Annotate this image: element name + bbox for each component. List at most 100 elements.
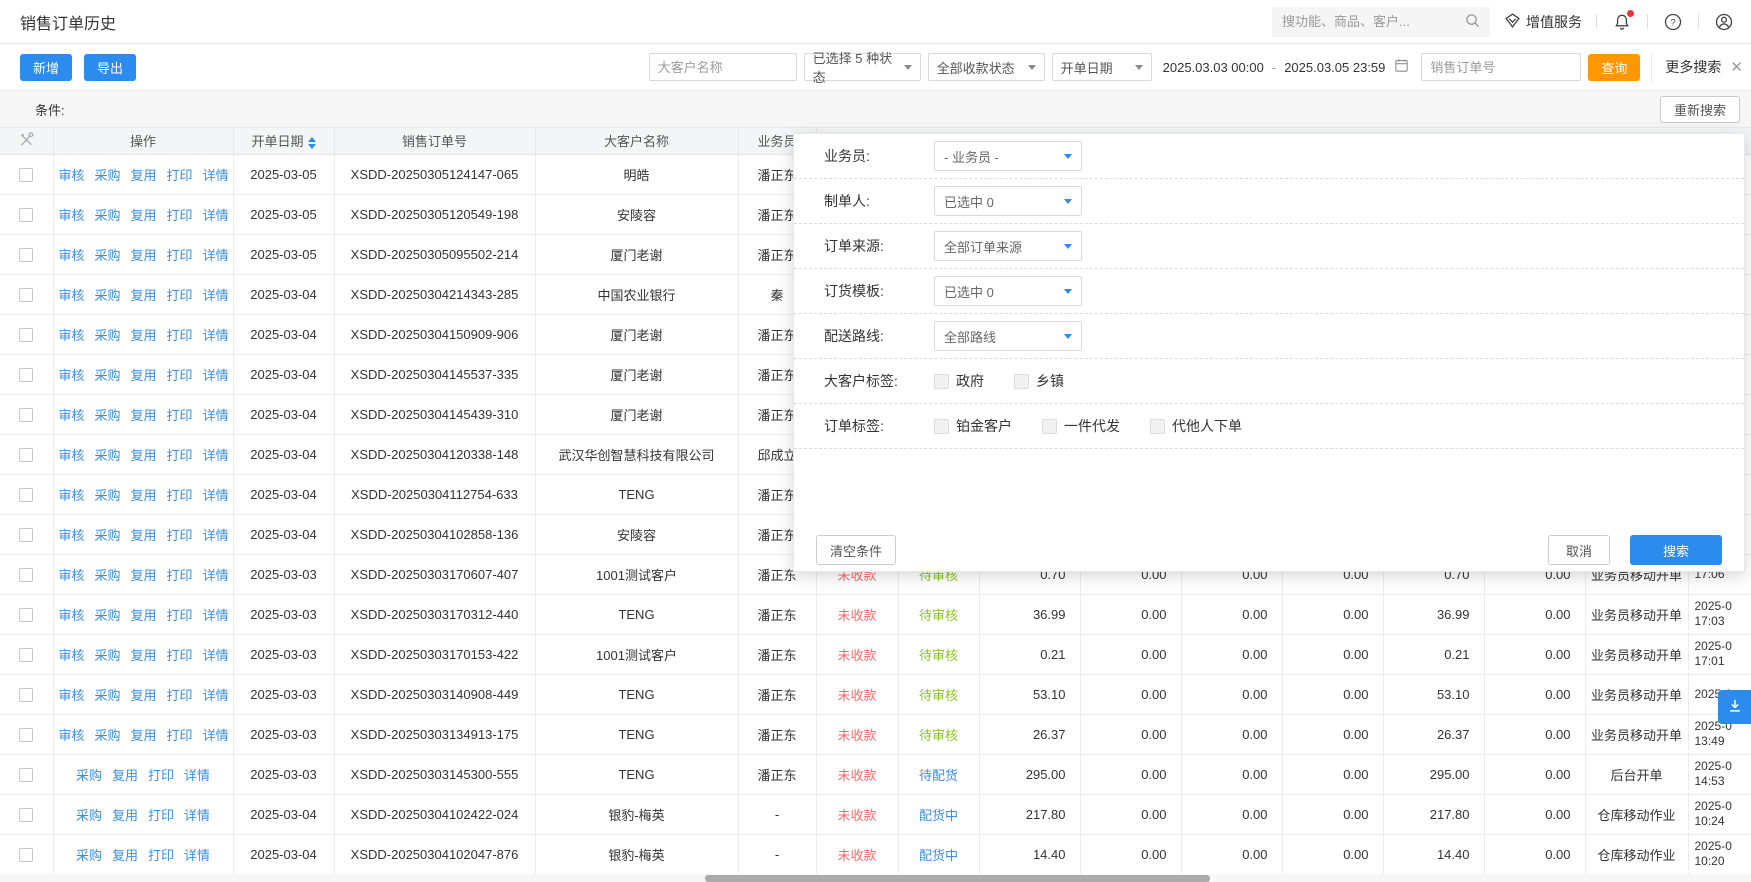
op-link[interactable]: 复用	[131, 608, 157, 623]
op-link[interactable]: 审核	[59, 288, 85, 303]
op-link[interactable]: 复用	[131, 728, 157, 743]
op-link[interactable]: 详情	[203, 568, 229, 583]
op-link[interactable]: 打印	[167, 288, 193, 303]
op-link[interactable]: 详情	[203, 248, 229, 263]
query-button[interactable]: 查询	[1588, 54, 1640, 81]
op-link[interactable]: 采购	[95, 288, 121, 303]
op-link[interactable]: 采购	[76, 848, 102, 863]
op-link[interactable]: 打印	[167, 328, 193, 343]
op-link[interactable]: 详情	[184, 848, 210, 863]
research-button[interactable]: 重新搜索	[1660, 96, 1740, 123]
op-link[interactable]: 审核	[59, 608, 85, 623]
op-link[interactable]: 复用	[131, 248, 157, 263]
op-link[interactable]: 打印	[167, 408, 193, 423]
panel-filter-select[interactable]: 全部路线	[934, 321, 1082, 351]
sort-icon[interactable]	[308, 137, 316, 149]
op-link[interactable]: 详情	[203, 528, 229, 543]
row-checkbox[interactable]	[19, 808, 33, 822]
op-link[interactable]: 采购	[95, 208, 121, 223]
checkbox[interactable]	[1042, 419, 1057, 434]
panel-filter-select[interactable]: 已选中 0	[934, 186, 1082, 216]
op-link[interactable]: 打印	[167, 608, 193, 623]
op-link[interactable]: 审核	[59, 488, 85, 503]
op-link[interactable]: 采购	[95, 488, 121, 503]
op-link[interactable]: 审核	[59, 328, 85, 343]
global-search[interactable]	[1272, 7, 1490, 37]
tag-checkbox-option[interactable]: 代他人下单	[1150, 416, 1242, 436]
op-link[interactable]: 复用	[131, 328, 157, 343]
date-range-picker[interactable]: 2025.03.03 00:00 - 2025.03.05 23:59	[1159, 57, 1415, 77]
op-link[interactable]: 详情	[203, 608, 229, 623]
op-link[interactable]: 审核	[59, 408, 85, 423]
order-no-input[interactable]	[1421, 53, 1581, 81]
op-link[interactable]: 打印	[167, 528, 193, 543]
row-checkbox[interactable]	[19, 488, 33, 502]
op-link[interactable]: 详情	[203, 168, 229, 183]
row-checkbox[interactable]	[19, 608, 33, 622]
global-search-input[interactable]	[1282, 14, 1465, 29]
checkbox[interactable]	[1150, 419, 1165, 434]
row-checkbox[interactable]	[19, 168, 33, 182]
op-link[interactable]: 采购	[76, 768, 102, 783]
op-link[interactable]: 采购	[95, 448, 121, 463]
op-link[interactable]: 复用	[131, 288, 157, 303]
op-link[interactable]: 详情	[203, 448, 229, 463]
op-link[interactable]: 详情	[203, 328, 229, 343]
op-link[interactable]: 详情	[203, 488, 229, 503]
op-link[interactable]: 审核	[59, 248, 85, 263]
op-link[interactable]: 详情	[203, 408, 229, 423]
checkbox[interactable]	[934, 419, 949, 434]
op-link[interactable]: 采购	[95, 688, 121, 703]
help-button[interactable]: ?	[1662, 11, 1684, 33]
tag-checkbox-option[interactable]: 乡镇	[1014, 371, 1064, 391]
op-link[interactable]: 打印	[167, 688, 193, 703]
row-checkbox[interactable]	[19, 408, 33, 422]
op-link[interactable]: 采购	[95, 648, 121, 663]
op-link[interactable]: 打印	[148, 768, 174, 783]
op-link[interactable]: 打印	[167, 168, 193, 183]
op-link[interactable]: 详情	[184, 768, 210, 783]
op-link[interactable]: 打印	[167, 488, 193, 503]
op-link[interactable]: 采购	[95, 608, 121, 623]
order-status-select[interactable]: 已选择 5 种状态	[804, 53, 921, 81]
row-checkbox[interactable]	[19, 768, 33, 782]
op-link[interactable]: 复用	[131, 568, 157, 583]
user-account-button[interactable]	[1713, 11, 1735, 33]
row-checkbox[interactable]	[19, 728, 33, 742]
op-link[interactable]: 采购	[95, 568, 121, 583]
op-link[interactable]: 复用	[131, 528, 157, 543]
op-link[interactable]: 详情	[203, 208, 229, 223]
op-link[interactable]: 详情	[203, 368, 229, 383]
panel-filter-select[interactable]: 全部订单来源	[934, 231, 1082, 261]
op-link[interactable]: 审核	[59, 688, 85, 703]
op-link[interactable]: 复用	[131, 408, 157, 423]
tag-checkbox-option[interactable]: 政府	[934, 371, 984, 391]
column-settings-icon[interactable]	[18, 136, 35, 151]
panel-filter-select[interactable]: - 业务员 -	[934, 141, 1082, 171]
date-type-select[interactable]: 开单日期	[1052, 53, 1152, 81]
row-checkbox[interactable]	[19, 688, 33, 702]
op-link[interactable]: 采购	[95, 368, 121, 383]
op-link[interactable]: 打印	[167, 248, 193, 263]
panel-filter-select[interactable]: 已选中 0	[934, 276, 1082, 306]
op-link[interactable]: 复用	[131, 688, 157, 703]
horizontal-scrollbar-thumb[interactable]	[705, 875, 1210, 882]
op-link[interactable]: 打印	[167, 648, 193, 663]
row-checkbox[interactable]	[19, 208, 33, 222]
payment-status-select[interactable]: 全部收款状态	[928, 53, 1045, 81]
row-checkbox[interactable]	[19, 528, 33, 542]
cancel-button[interactable]: 取消	[1548, 535, 1610, 565]
op-link[interactable]: 打印	[148, 848, 174, 863]
tag-checkbox-option[interactable]: 铂金客户	[934, 416, 1012, 436]
op-link[interactable]: 审核	[59, 208, 85, 223]
clear-conditions-button[interactable]: 清空条件	[816, 535, 896, 565]
op-link[interactable]: 采购	[76, 808, 102, 823]
close-more-search-icon[interactable]: ✕	[1730, 60, 1743, 75]
export-button[interactable]: 导出	[84, 54, 136, 81]
op-link[interactable]: 复用	[131, 448, 157, 463]
op-link[interactable]: 审核	[59, 448, 85, 463]
row-checkbox[interactable]	[19, 848, 33, 862]
more-search-button[interactable]: 更多搜索	[1665, 57, 1721, 77]
op-link[interactable]: 打印	[167, 728, 193, 743]
op-link[interactable]: 打印	[148, 808, 174, 823]
